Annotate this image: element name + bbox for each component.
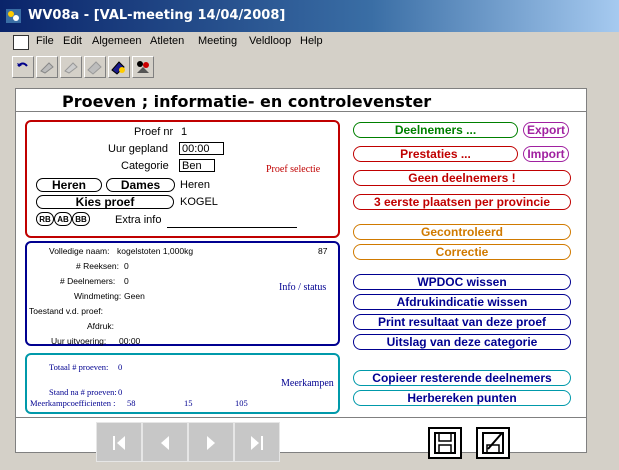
meerkampen-title: Meerkampen — [281, 378, 334, 389]
wpdoc-wissen-button[interactable]: WPDOC wissen — [353, 274, 571, 290]
ab-badge[interactable]: AB — [54, 212, 72, 226]
paste-icon[interactable] — [60, 56, 82, 78]
people-icon[interactable] — [108, 56, 130, 78]
afdruk-label: Afdruk: — [87, 321, 114, 331]
totaal-label: Totaal # proeven: — [49, 362, 109, 372]
proef-selectie-group: Proef nr 1 Uur gepland 00:00 Categorie B… — [25, 120, 340, 238]
categorie-field[interactable]: Ben — [179, 159, 215, 172]
uur-uitvoering-label: Uur uitvoering: — [51, 336, 107, 346]
uur-gepland-field[interactable]: 00:00 — [179, 142, 224, 155]
naam-count: 87 — [318, 246, 328, 256]
next-record-button[interactable] — [188, 422, 234, 462]
menu-meeting[interactable]: Meeting — [198, 35, 237, 47]
document-icon[interactable] — [13, 35, 29, 50]
geen-deelnemers-button[interactable]: Geen deelnemers ! — [353, 170, 571, 186]
extra-info-label: Extra info — [115, 214, 162, 226]
coef-label: Meerkampcoefficienten : — [30, 398, 116, 408]
deelnemers-label: # Deelnemers: — [60, 276, 116, 286]
gecontroleerd-button[interactable]: Gecontroleerd — [353, 224, 571, 240]
totaal-value: 0 — [118, 362, 123, 372]
stand-label: Stand na # proeven: — [49, 387, 117, 397]
title-bar: WV08a - [VAL-meeting 14/04/2008] — [0, 0, 619, 32]
menu-file[interactable]: File — [36, 35, 54, 47]
previous-icon — [161, 436, 169, 450]
proef-nr-label: Proef nr — [134, 126, 174, 138]
rb-badge[interactable]: RB — [36, 212, 54, 226]
previous-record-button[interactable] — [142, 422, 188, 462]
toolbar — [0, 54, 619, 82]
proef-value: KOGEL — [180, 196, 218, 208]
naam-value: kogelstoten 1,000kg — [117, 246, 194, 256]
menu-bar: File Edit Algemeen Atleten Meeting Veldl… — [0, 32, 619, 52]
first-record-button[interactable] — [96, 422, 142, 462]
toestand-label: Toestand v.d. proef: — [29, 306, 104, 316]
page-title: Proeven ; informatie- en controlevenster — [62, 92, 432, 111]
save-button[interactable] — [428, 427, 462, 459]
correctie-button[interactable]: Correctie — [353, 244, 571, 260]
info-status-group: Volledige naam: kogelstoten 1,000kg 87 #… — [25, 241, 340, 346]
drie-eerste-button[interactable]: 3 eerste plaatsen per provincie — [353, 194, 571, 210]
dames-button[interactable]: Dames — [106, 178, 175, 192]
header-row: Proeven ; informatie- en controlevenster — [16, 89, 586, 112]
athletes-icon[interactable] — [132, 56, 154, 78]
main-panel: Proeven ; informatie- en controlevenster… — [15, 88, 587, 462]
floppy-pen-icon — [482, 432, 504, 454]
wind-label: Windmeting: — [74, 291, 122, 301]
last-icon — [251, 436, 263, 450]
coef-value-2: 15 — [184, 398, 193, 408]
menu-veldloop[interactable]: Veldloop — [249, 35, 291, 47]
first-icon — [113, 436, 125, 450]
herbereken-punten-button[interactable]: Herbereken punten — [353, 390, 571, 406]
coef-value-1: 58 — [127, 398, 136, 408]
reeksen-label: # Reeksen: — [76, 261, 119, 271]
bb-badge[interactable]: BB — [72, 212, 90, 226]
erase-icon[interactable] — [84, 56, 106, 78]
menu-algemeen[interactable]: Algemeen — [92, 35, 142, 47]
undo-icon[interactable] — [12, 56, 34, 78]
reeksen-value: 0 — [124, 261, 129, 271]
window-title: WV08a - [VAL-meeting 14/04/2008] — [28, 8, 286, 23]
prestaties-button[interactable]: Prestaties ... — [353, 146, 518, 162]
coef-value-3: 105 — [235, 398, 248, 408]
menu-edit[interactable]: Edit — [63, 35, 82, 47]
info-status-title: Info / status — [279, 282, 327, 293]
proef-nr-value: 1 — [181, 126, 188, 138]
wind-value: Geen — [124, 291, 145, 301]
uitslag-categorie-button[interactable]: Uitslag van deze categorie — [353, 334, 571, 350]
proef-selectie-title: Proef selectie — [266, 164, 321, 175]
floppy-icon — [434, 432, 456, 454]
kies-proef-button[interactable]: Kies proef — [36, 195, 174, 209]
stand-value: 0 — [118, 387, 123, 397]
import-button[interactable]: Import — [523, 146, 569, 162]
save-edit-button[interactable] — [476, 427, 510, 459]
print-resultaat-button[interactable]: Print resultaat van deze proef — [353, 314, 571, 330]
meerkampen-group: Totaal # proeven: 0 Stand na # proeven: … — [25, 353, 340, 414]
last-record-button[interactable] — [234, 422, 280, 462]
menu-help[interactable]: Help — [300, 35, 323, 47]
copy-icon[interactable] — [36, 56, 58, 78]
extra-info-field[interactable] — [167, 213, 297, 228]
uur-gepland-label: Uur gepland — [108, 143, 168, 155]
copieer-deelnemers-button[interactable]: Copieer resterende deelnemers — [353, 370, 571, 386]
export-button[interactable]: Export — [523, 122, 569, 138]
app-icon — [6, 9, 21, 23]
next-icon — [207, 436, 215, 450]
divider — [16, 417, 586, 418]
menu-atleten[interactable]: Atleten — [150, 35, 184, 47]
categorie-label: Categorie — [121, 160, 169, 172]
naam-label: Volledige naam: — [49, 246, 110, 256]
deelnemers-button[interactable]: Deelnemers ... — [353, 122, 518, 138]
heren-button[interactable]: Heren — [36, 178, 102, 192]
deelnemers-value: 0 — [124, 276, 129, 286]
uur-uitvoering-value: 00:00 — [119, 336, 141, 346]
gender-value: Heren — [180, 179, 210, 191]
afdrukindicatie-wissen-button[interactable]: Afdrukindicatie wissen — [353, 294, 571, 310]
